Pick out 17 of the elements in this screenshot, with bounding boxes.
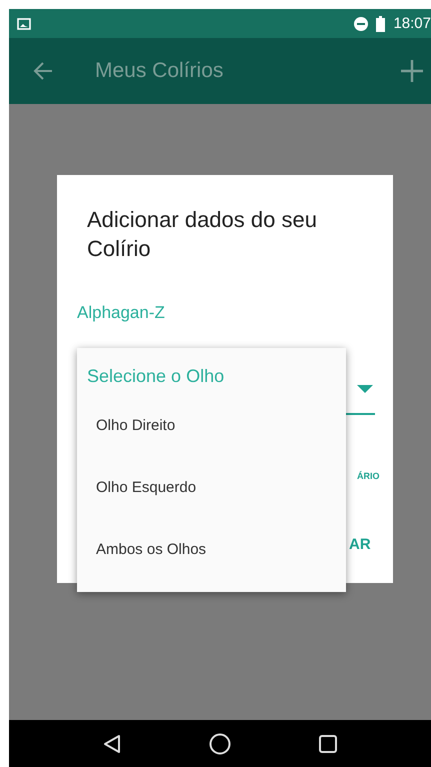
image-icon bbox=[17, 18, 31, 30]
add-icon[interactable] bbox=[401, 60, 423, 82]
clock-time: 18:07 bbox=[393, 15, 431, 32]
battery-icon bbox=[376, 16, 386, 32]
eye-drop-name: Alphagan-Z bbox=[77, 303, 166, 323]
dropdown-option[interactable]: Ambos os Olhos bbox=[87, 541, 346, 603]
dropdown-arrow-icon[interactable] bbox=[357, 385, 373, 393]
dropdown-header: Selecione o Olho bbox=[87, 366, 226, 387]
dialog-title: Adicionar dados do seu Colírio bbox=[87, 206, 318, 263]
back-arrow-icon[interactable] bbox=[33, 61, 53, 81]
dropdown-option[interactable]: Olho Esquerdo bbox=[87, 479, 346, 541]
dropdown-option[interactable]: Olho Direito bbox=[87, 417, 346, 479]
do-not-disturb-icon bbox=[354, 16, 368, 30]
home-icon[interactable] bbox=[209, 732, 231, 754]
recents-icon[interactable] bbox=[319, 734, 337, 752]
back-icon[interactable] bbox=[103, 734, 121, 754]
screen-title: Meus Colírios bbox=[95, 59, 224, 83]
